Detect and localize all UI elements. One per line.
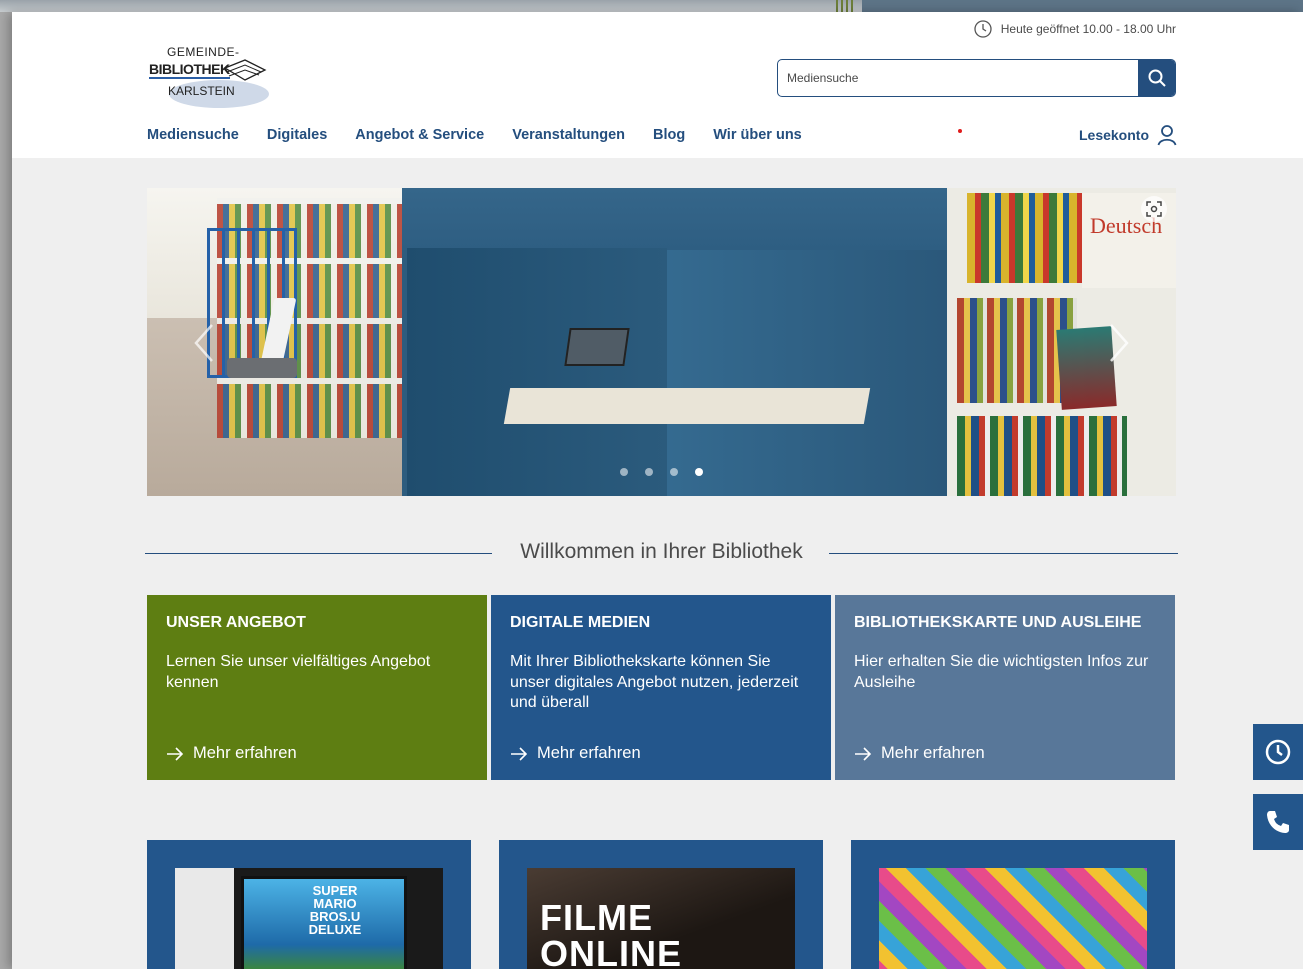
clock-icon	[974, 20, 992, 38]
teaser-card-filme[interactable]: FILME ONLINE	[499, 840, 823, 969]
side-phone-button[interactable]	[1253, 794, 1303, 850]
account-label: Lesekonto	[1078, 127, 1149, 143]
main-navigation: Mediensuche Digitales Angebot & Service …	[147, 127, 830, 143]
slider-dot[interactable]	[670, 468, 678, 476]
slider-prev-arrow-icon[interactable]	[192, 323, 216, 363]
more-link-label: Mehr erfahren	[193, 744, 297, 762]
search-input[interactable]	[778, 60, 1138, 96]
more-link-label: Mehr erfahren	[537, 744, 641, 762]
library-logo[interactable]: GEMEINDE- BIBLIOTHEK KARLSTEIN	[147, 42, 272, 112]
card-image-text: SUPER MARIO BROS.U DELUXE	[308, 883, 362, 937]
teaser-card-deko[interactable]	[851, 840, 1175, 969]
card-image	[879, 868, 1147, 969]
cursor-dot	[958, 129, 962, 133]
arrow-right-icon	[511, 746, 528, 761]
nav-item-wir-ueber-uns[interactable]: Wir über uns	[713, 127, 802, 143]
tile-digitale-medien[interactable]: DIGITALE MEDIEN Mit Ihrer Bibliothekskar…	[491, 595, 831, 780]
card-image: SUPER MARIO BROS.U DELUXE	[175, 868, 443, 969]
nav-item-digitales[interactable]: Digitales	[267, 127, 327, 143]
phone-icon	[1267, 811, 1289, 833]
more-link[interactable]: Mehr erfahren	[510, 744, 641, 763]
slider-next-arrow-icon[interactable]	[1107, 323, 1131, 363]
opening-hours-text: Heute geöffnet 10.00 - 18.00 Uhr	[1000, 22, 1176, 36]
side-hours-button[interactable]	[1253, 724, 1303, 780]
logo-line-1: GEMEINDE-	[167, 45, 240, 59]
more-link[interactable]: Mehr erfahren	[854, 744, 985, 763]
nav-item-blog[interactable]: Blog	[653, 127, 685, 143]
slider-dot-active[interactable]	[695, 468, 703, 476]
site-header: Heute geöffnet 10.00 - 18.00 Uhr GEMEIND…	[12, 12, 1303, 158]
feature-tiles: UNSER ANGEBOT Lernen Sie unser vielfälti…	[147, 595, 1175, 780]
media-search	[777, 59, 1176, 97]
lens-icon[interactable]	[1141, 196, 1167, 222]
clock-icon	[1265, 739, 1291, 765]
arrow-right-icon	[167, 746, 184, 761]
welcome-heading: Willkommen in Ihrer Bibliothek	[520, 540, 803, 563]
card-image: FILME ONLINE	[527, 868, 795, 969]
divider-line	[829, 553, 1178, 554]
slider-dot[interactable]	[645, 468, 653, 476]
arrow-right-icon	[855, 746, 872, 761]
search-icon	[1148, 69, 1166, 87]
teaser-card-games[interactable]: SUPER MARIO BROS.U DELUXE	[147, 840, 471, 969]
nav-item-angebot-service[interactable]: Angebot & Service	[355, 127, 484, 143]
more-link[interactable]: Mehr erfahren	[166, 744, 297, 763]
teaser-cards: SUPER MARIO BROS.U DELUXE FILME ONLINE	[147, 840, 1175, 969]
hero-slider: Deutsch	[147, 188, 1176, 496]
page: Heute geöffnet 10.00 - 18.00 Uhr GEMEIND…	[12, 12, 1303, 969]
nav-item-mediensuche[interactable]: Mediensuche	[147, 127, 239, 143]
tile-unser-angebot[interactable]: UNSER ANGEBOT Lernen Sie unser vielfälti…	[147, 595, 487, 780]
slider-dots	[620, 468, 703, 476]
tile-bibliothekskarte[interactable]: BIBLIOTHEKSKARTE UND AUSLEIHE Hier erhal…	[835, 595, 1175, 780]
nav-item-veranstaltungen[interactable]: Veranstaltungen	[512, 127, 625, 143]
account-link[interactable]: Lesekonto	[1079, 124, 1177, 146]
tile-title: UNSER ANGEBOT	[166, 614, 306, 631]
more-link-label: Mehr erfahren	[881, 744, 985, 762]
tile-text: Lernen Sie unser vielfältiges Angebot ke…	[166, 653, 431, 691]
welcome-section: Willkommen in Ihrer Bibliothek	[145, 538, 1178, 568]
card-image-text: FILME ONLINE	[540, 897, 683, 969]
opening-hours: Heute geöffnet 10.00 - 18.00 Uhr	[973, 19, 1176, 39]
logo-line-3: KARLSTEIN	[168, 84, 235, 98]
tile-title: DIGITALE MEDIEN	[510, 614, 651, 631]
user-icon	[1157, 125, 1177, 146]
tile-text: Hier erhalten Sie die wichtigsten Infos …	[854, 653, 1149, 691]
slider-dot[interactable]	[620, 468, 628, 476]
tile-title: BIBLIOTHEKSKARTE UND AUSLEIHE	[854, 614, 1142, 631]
search-button[interactable]	[1138, 60, 1175, 96]
browser-top-strip	[0, 0, 1303, 12]
logo-line-2: BIBLIOTHEK	[149, 61, 230, 79]
tile-text: Mit Ihrer Bibliothekskarte können Sie un…	[510, 653, 799, 711]
